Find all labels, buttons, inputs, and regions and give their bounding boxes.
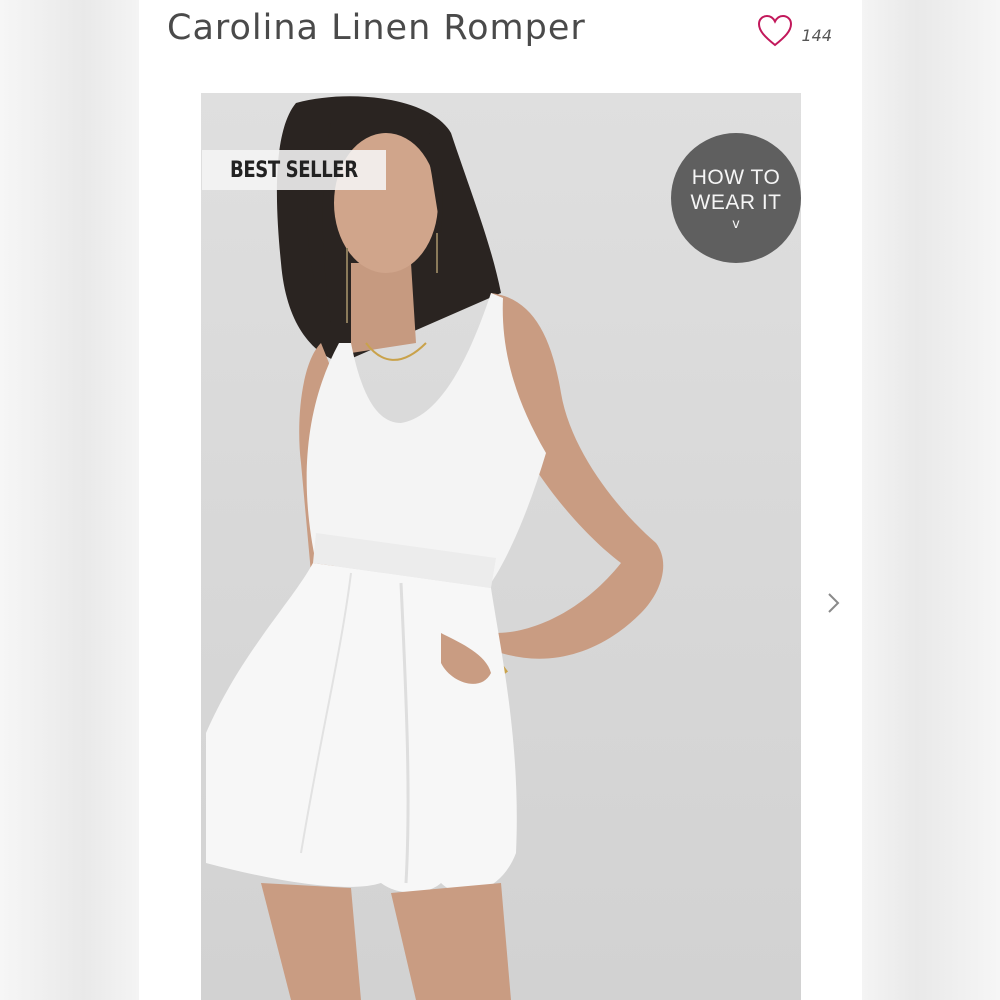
product-title: Carolina Linen Romper	[167, 8, 586, 48]
chevron-down-icon: v	[732, 216, 740, 232]
best-seller-badge: BEST SELLER	[202, 150, 386, 190]
left-backdrop	[0, 0, 139, 1000]
product-image[interactable]: BEST SELLER HOW TO WEAR IT v	[201, 93, 801, 1000]
right-backdrop	[861, 0, 1000, 1000]
next-image-button[interactable]	[822, 588, 846, 618]
how-to-line-1: HOW TO	[691, 165, 781, 189]
favorite-button[interactable]: 144	[757, 14, 832, 47]
product-card: Carolina Linen Romper 144 BEST SELLER HO…	[139, 0, 862, 1000]
chevron-right-icon[interactable]	[822, 588, 846, 618]
how-to-line-2: WEAR IT	[690, 190, 782, 214]
heart-icon[interactable]	[757, 14, 793, 47]
like-count: 144	[801, 26, 832, 45]
best-seller-label: BEST SELLER	[230, 157, 358, 183]
how-to-wear-it-button[interactable]: HOW TO WEAR IT v	[671, 133, 801, 263]
